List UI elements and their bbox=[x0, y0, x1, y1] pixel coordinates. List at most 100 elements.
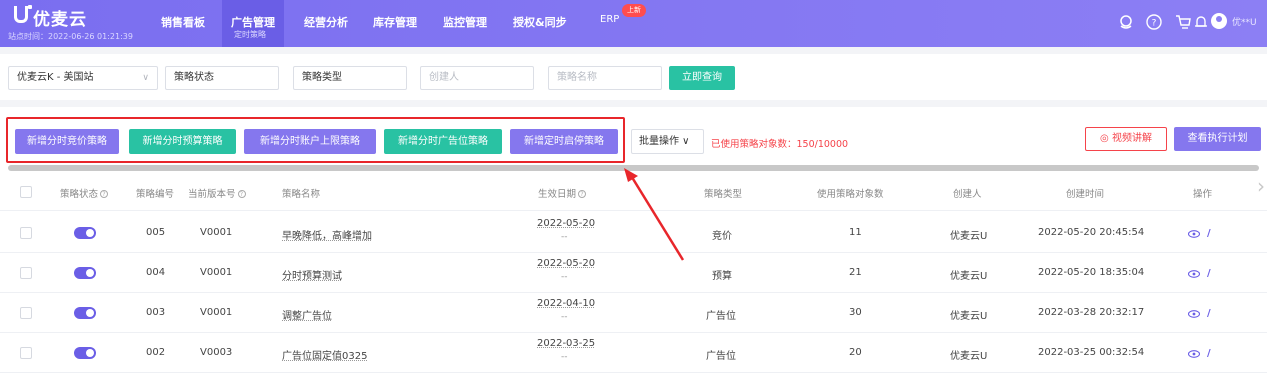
nav-business-analysis[interactable]: 经营分析 bbox=[304, 14, 348, 30]
bell-icon[interactable] bbox=[1192, 13, 1210, 31]
new-badge: 上新 bbox=[622, 4, 646, 17]
info-icon: ? bbox=[100, 190, 109, 198]
created-time: 2022-05-20 18:35:04 bbox=[1038, 267, 1145, 278]
status-toggle[interactable] bbox=[74, 307, 96, 319]
shop-select[interactable]: 优麦云K - 美国站 ∨ bbox=[8, 66, 158, 90]
header-actions: 操作 bbox=[1193, 189, 1213, 200]
edit-pencil-icon[interactable]: / bbox=[1207, 228, 1211, 239]
header-object-count: 使用策略对象数 bbox=[817, 189, 884, 200]
effective-date: 2022-03-25 bbox=[537, 338, 596, 349]
nav-inventory[interactable]: 库存管理 bbox=[373, 14, 417, 30]
creator: 优麦云U bbox=[950, 271, 988, 282]
edit-pencil-icon[interactable]: / bbox=[1207, 308, 1211, 319]
batch-operation-dropdown[interactable]: 批量操作 ∨ bbox=[631, 129, 704, 154]
strategy-type: 广告位 bbox=[706, 351, 736, 362]
nav-ad-management[interactable]: 广告管理 bbox=[231, 14, 275, 30]
strategy-type: 预算 bbox=[712, 271, 732, 282]
object-count: 21 bbox=[849, 267, 862, 278]
view-eye-icon[interactable] bbox=[1188, 230, 1200, 238]
status-toggle[interactable] bbox=[74, 227, 96, 239]
effective-date: 2022-05-20 bbox=[537, 218, 596, 229]
annotation-arrow-icon bbox=[624, 168, 685, 261]
header-type: 策略类型 bbox=[704, 189, 743, 200]
strategy-version: V0001 bbox=[200, 267, 233, 278]
view-plan-button[interactable]: 查看执行计划 bbox=[1174, 127, 1261, 151]
strategy-version: V0001 bbox=[200, 227, 233, 238]
header-status-label: 策略状态 bbox=[60, 189, 99, 200]
status-select[interactable]: 策略状态 bbox=[165, 66, 279, 90]
header-version-label: 当前版本号 bbox=[188, 189, 236, 200]
service-icon[interactable] bbox=[1117, 13, 1135, 31]
creator: 优麦云U bbox=[950, 311, 988, 322]
creator-input[interactable]: 创建人 bbox=[420, 66, 534, 90]
effective-date-end: -- bbox=[561, 312, 568, 322]
strategy-name-link[interactable]: 分时预算测试 bbox=[282, 267, 342, 282]
header-version: 当前版本号? bbox=[188, 186, 246, 200]
strategy-name-link[interactable]: 早晚降低，高峰增加 bbox=[282, 227, 372, 242]
strategy-type: 广告位 bbox=[706, 311, 736, 322]
play-icon: ◎ bbox=[1100, 133, 1109, 144]
shop-select-value: 优麦云K - 美国站 bbox=[17, 72, 94, 83]
effective-date: 2022-05-20 bbox=[537, 258, 596, 269]
strategy-id: 005 bbox=[146, 227, 166, 238]
strategy-name-link[interactable]: 广告位固定值0325 bbox=[282, 347, 367, 362]
strategy-name-input[interactable]: 策略名称 bbox=[548, 66, 662, 90]
object-count: 11 bbox=[849, 227, 862, 238]
header-date: 生效日期? bbox=[538, 186, 587, 200]
query-button[interactable]: 立即查询 bbox=[669, 66, 735, 90]
site-time: 站点时间：2022-06-26 01:21:39 bbox=[8, 32, 133, 41]
header-status: 策略状态? bbox=[60, 186, 109, 200]
brand-logo[interactable]: 优麦云 bbox=[33, 5, 87, 30]
row-checkbox[interactable] bbox=[20, 267, 32, 279]
svg-text:?: ? bbox=[1152, 19, 1157, 29]
row-checkbox[interactable] bbox=[20, 227, 32, 239]
strategy-type: 竞价 bbox=[712, 231, 732, 242]
strategy-version: V0003 bbox=[200, 347, 233, 358]
info-icon: ? bbox=[578, 190, 587, 198]
strategy-id: 003 bbox=[146, 307, 166, 318]
nav-sales-board[interactable]: 销售看板 bbox=[161, 14, 205, 30]
created-time: 2022-03-25 00:32:54 bbox=[1038, 347, 1145, 358]
top-navbar: 优麦云 站点时间：2022-06-26 01:21:39 销售看板 广告管理 定… bbox=[0, 0, 1267, 47]
strategy-id: 004 bbox=[146, 267, 166, 278]
view-eye-icon[interactable] bbox=[1188, 270, 1200, 278]
logo-icon bbox=[14, 6, 28, 23]
header-date-label: 生效日期 bbox=[538, 189, 577, 200]
header-id: 策略编号 bbox=[136, 189, 175, 200]
batch-label: 批量操作 bbox=[639, 136, 679, 147]
view-eye-icon[interactable] bbox=[1188, 350, 1200, 358]
effective-date-end: -- bbox=[561, 352, 568, 362]
status-toggle[interactable] bbox=[74, 347, 96, 359]
used-count-text: 已使用策略对象数：150/10000 bbox=[711, 139, 849, 150]
strategy-id: 002 bbox=[146, 347, 166, 358]
creator: 优麦云U bbox=[950, 231, 988, 242]
created-time: 2022-03-28 20:32:17 bbox=[1038, 307, 1145, 318]
username[interactable]: 优**U bbox=[1232, 15, 1257, 28]
creator: 优麦云U bbox=[950, 351, 988, 362]
strategy-version: V0001 bbox=[200, 307, 233, 318]
edit-pencil-icon[interactable]: / bbox=[1207, 348, 1211, 359]
select-all-checkbox[interactable] bbox=[20, 186, 32, 198]
nav-auth-sync[interactable]: 授权&同步 bbox=[513, 14, 567, 30]
row-checkbox[interactable] bbox=[20, 307, 32, 319]
cart-icon[interactable] bbox=[1174, 13, 1192, 31]
type-select[interactable]: 策略类型 bbox=[293, 66, 407, 90]
video-label: 视频讲解 bbox=[1111, 133, 1152, 144]
highlight-box bbox=[6, 117, 625, 163]
video-tutorial-button[interactable]: ◎ 视频讲解 bbox=[1085, 127, 1167, 151]
user-avatar-icon[interactable] bbox=[1211, 13, 1227, 29]
nav-monitoring[interactable]: 监控管理 bbox=[443, 14, 487, 30]
chevron-down-icon: ∨ bbox=[142, 73, 149, 83]
nav-erp[interactable]: ERP bbox=[600, 14, 619, 25]
row-checkbox[interactable] bbox=[20, 347, 32, 359]
header-created-time: 创建时间 bbox=[1066, 189, 1105, 200]
view-eye-icon[interactable] bbox=[1188, 310, 1200, 318]
header-name: 策略名称 bbox=[282, 189, 321, 200]
status-toggle[interactable] bbox=[74, 267, 96, 279]
help-icon[interactable]: ? bbox=[1145, 13, 1163, 31]
strategy-name-link[interactable]: 调整广告位 bbox=[282, 307, 332, 322]
edit-pencil-icon[interactable]: / bbox=[1207, 268, 1211, 279]
info-icon: ? bbox=[237, 190, 246, 198]
created-time: 2022-05-20 20:45:54 bbox=[1038, 227, 1145, 238]
object-count: 20 bbox=[849, 347, 862, 358]
